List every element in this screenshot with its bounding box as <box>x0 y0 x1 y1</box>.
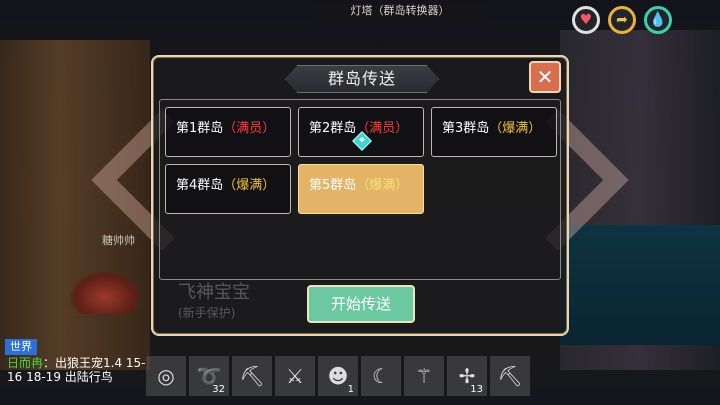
item-count: 13 <box>470 384 483 395</box>
close-button[interactable]: ✕ <box>529 61 561 93</box>
hotbar-slot[interactable]: ✢ 13 <box>447 356 487 396</box>
island-name: 第3群岛 <box>442 121 490 136</box>
chat-user[interactable]: 日而冉 <box>7 356 43 370</box>
pickaxe-icon: ⛏ <box>239 364 265 388</box>
hotbar-slot[interactable]: ☾ <box>361 356 401 396</box>
hotbar-slot[interactable]: ☻ 1 <box>318 356 358 396</box>
island-option-2[interactable]: 第2群岛（满员） <box>298 107 424 157</box>
hotbar-slot[interactable]: ◎ <box>146 356 186 396</box>
pickaxe-icon: ⛏ <box>497 364 523 388</box>
start-teleport-button[interactable]: 开始传送 <box>307 285 415 323</box>
background-player-name: 飞神宝宝 <box>178 282 250 303</box>
heart-icon[interactable]: ♥ <box>572 6 600 34</box>
chat-tab-world[interactable]: 世界 <box>5 339 37 355</box>
island-status: （满员） <box>223 121 276 136</box>
hunger-icon[interactable]: ➦ <box>608 6 636 34</box>
item-count: 32 <box>212 384 225 395</box>
creature-icon: ☻ <box>327 364 349 388</box>
island-option-5[interactable]: 第5群岛（爆满） <box>298 164 424 214</box>
creature-pet <box>70 272 140 314</box>
island-option-4[interactable]: 第4群岛（爆满） <box>165 164 291 214</box>
island-status: （爆满） <box>489 121 542 136</box>
sword-icon: ⚔ <box>286 364 304 388</box>
sea-water <box>560 225 720 345</box>
npc-name: 糖帅帅 <box>102 234 135 247</box>
island-status: （爆满） <box>356 178 409 193</box>
background-player-tag: (新手保护) <box>178 306 236 320</box>
hotbar-slot[interactable]: ⛏ <box>490 356 530 396</box>
torch-icon: ⚚ <box>415 364 433 388</box>
chat-message: 日而冉：出狼王宠1.4 15-16 18-19 出陆行鸟 <box>7 356 147 384</box>
island-option-1[interactable]: 第1群岛（满员） <box>165 107 291 157</box>
island-name: 第4群岛 <box>176 178 224 193</box>
island-status: （爆满） <box>223 178 276 193</box>
island-teleport-dialog: 群岛传送 ✕ 第1群岛（满员） 第2群岛（满员） 第3群岛（爆满） 第4群岛（爆… <box>151 55 569 336</box>
hotbar-slot[interactable]: ⚔ <box>275 356 315 396</box>
hotbar-slot[interactable]: ⛏ <box>232 356 272 396</box>
hotbar-slot[interactable]: ➰ 32 <box>189 356 229 396</box>
island-name: 第2群岛 <box>309 121 357 136</box>
banana-icon: ☾ <box>372 364 390 388</box>
disc-icon: ◎ <box>157 364 175 388</box>
water-drop-icon[interactable]: 💧 <box>644 6 672 34</box>
status-icons: ♥ ➦ 💧 <box>572 6 672 34</box>
hotbar: ◎ ➰ 32 ⛏ ⚔ ☻ 1 ☾ ⚚ ✢ 13 ⛏ <box>146 356 530 396</box>
item-count: 1 <box>347 384 354 395</box>
island-list-panel: 第1群岛（满员） 第2群岛（满员） 第3群岛（爆满） 第4群岛（爆满） 第5群岛… <box>159 99 561 320</box>
island-name: 第1群岛 <box>176 121 224 136</box>
hotbar-slot[interactable]: ⚚ <box>404 356 444 396</box>
dialog-title: 群岛传送 <box>285 65 439 93</box>
location-banner: 灯塔（群岛转换器） <box>306 2 494 20</box>
island-name: 第5群岛 <box>309 178 357 193</box>
island-option-3[interactable]: 第3群岛（爆满） <box>431 107 557 157</box>
